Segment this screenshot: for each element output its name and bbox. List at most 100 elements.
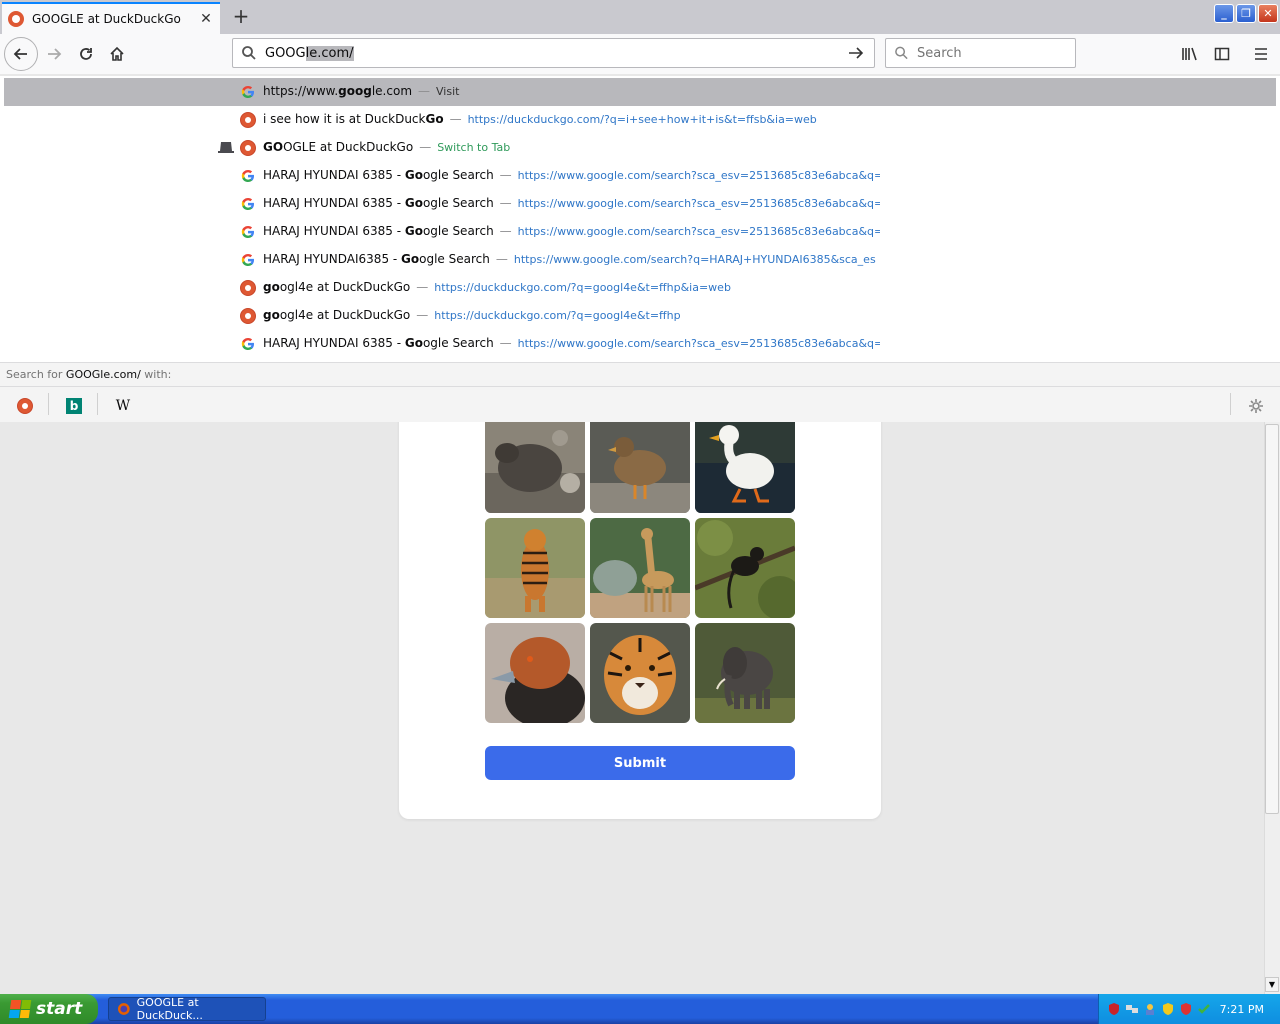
google-icon	[240, 196, 256, 212]
scroll-down-arrow-icon[interactable]: ▼	[1265, 977, 1279, 992]
google-icon	[240, 84, 256, 100]
scrollbar-thumb[interactable]	[1265, 424, 1279, 814]
reload-button[interactable]	[70, 38, 102, 70]
separator-dash: —	[416, 280, 429, 294]
captcha-image-giraffe[interactable]	[590, 518, 690, 618]
search-settings-button[interactable]	[1243, 393, 1269, 419]
autocomplete-row-text: https://www.google.com — Visit	[263, 84, 459, 98]
suggestion-url: https://www.google.com/search?sca_esv=25…	[517, 336, 880, 350]
suggestion-url: https://duckduckgo.com/?q=googl4e&t=ffhp…	[434, 280, 731, 294]
url-input-value[interactable]: GOOGle.com/	[265, 45, 354, 61]
autocomplete-row[interactable]: HARAJ HYUNDAI 6385 - Google Search — https…	[4, 162, 1276, 190]
suggestion-url: https://www.google.com/search?sca_esv=25…	[517, 168, 880, 182]
google-icon	[240, 252, 256, 268]
minimize-button[interactable]: _	[1214, 4, 1234, 23]
google-icon	[240, 168, 256, 184]
browser-tab[interactable]: GOOGLE at DuckDuckGo ✕	[2, 2, 220, 34]
tab-title: GOOGLE at DuckDuckGo	[32, 12, 181, 26]
antivirus-icon[interactable]	[1179, 1002, 1193, 1016]
suggestion-title: GOOGLE at DuckDuckGo	[263, 140, 414, 154]
forward-button[interactable]	[38, 38, 70, 70]
url-typed-text: GOOG	[265, 45, 306, 61]
home-button[interactable]	[101, 38, 133, 70]
search-bar[interactable]	[885, 38, 1076, 68]
system-tray: 7:21 PM	[1098, 994, 1280, 1024]
duckduckgo-icon	[240, 308, 256, 324]
engine-separator	[1230, 393, 1231, 415]
wikipedia-engine-button[interactable]: W	[110, 393, 136, 419]
separator-dash: —	[418, 84, 431, 98]
taskbar-item-firefox[interactable]: GOOGLE at DuckDuck...	[108, 996, 266, 1022]
separator-dash: —	[499, 168, 512, 182]
suggestion-url: https://duckduckgo.com/?q=googl4e&t=ffhp	[434, 308, 681, 322]
suggestion-title: HARAJ HYUNDAI 6385 - Google Search	[263, 196, 494, 210]
duckduckgo-icon	[240, 112, 256, 128]
autocomplete-row[interactable]: i see how it is at DuckDuckGo — https://du…	[4, 106, 1276, 134]
windows-logo-icon	[8, 1000, 32, 1018]
captcha-image-elephant[interactable]	[695, 623, 795, 723]
new-tab-button[interactable]: +	[230, 6, 252, 28]
url-autocomplete-popup: https://www.google.com — Visit i see how it…	[0, 76, 1280, 422]
network-icon[interactable]	[1125, 1002, 1139, 1016]
library-icon	[1182, 47, 1197, 61]
autocomplete-row[interactable]: HARAJ HYUNDAI 6385 - Google Search — https…	[4, 218, 1276, 246]
tiger-walking-image	[485, 518, 585, 618]
url-bar[interactable]: GOOGle.com/	[232, 38, 875, 68]
autocomplete-row[interactable]: HARAJ HYUNDAI6385 - Google Search — https:…	[4, 246, 1276, 274]
menu-button[interactable]	[1245, 38, 1277, 70]
search-input[interactable]	[917, 45, 1067, 61]
search-with-prefix: Search for	[6, 368, 66, 381]
autocomplete-row[interactable]: HARAJ HYUNDAI 6385 - Google Search — https…	[4, 190, 1276, 218]
duckduckgo-engine-button[interactable]	[12, 393, 38, 419]
autocomplete-row[interactable]: GOOGLE at DuckDuckGo — Switch to Tab	[4, 134, 1276, 162]
firefox-icon	[117, 1003, 130, 1015]
reload-icon	[80, 48, 92, 60]
autocomplete-row[interactable]: https://www.google.com — Visit	[4, 78, 1276, 106]
sidebar-button[interactable]	[1206, 38, 1238, 70]
user-tray-icon[interactable]	[1143, 1002, 1157, 1016]
autocomplete-row[interactable]: googl4e at DuckDuckGo — https://duckduckgo…	[4, 302, 1276, 330]
duckduckgo-icon	[240, 280, 256, 296]
autocomplete-row[interactable]: HARAJ HYUNDAI 6385 - Google Search — https…	[4, 330, 1276, 358]
google-icon	[240, 336, 256, 352]
security-center-icon[interactable]	[1161, 1002, 1175, 1016]
close-tab-icon[interactable]: ✕	[198, 11, 214, 27]
home-icon	[110, 46, 124, 61]
close-window-button[interactable]: ✕	[1258, 4, 1278, 23]
bing-icon: b	[66, 398, 82, 414]
autocomplete-row[interactable]: googl4e at DuckDuckGo — https://duckduckgo…	[4, 274, 1276, 302]
back-button[interactable]	[4, 37, 38, 71]
duckduckgo-icon	[8, 11, 24, 27]
autocomplete-row-text: googl4e at DuckDuckGo — https://duckduckgo…	[263, 280, 731, 294]
captcha-image-duck-white[interactable]	[695, 413, 795, 513]
submit-button[interactable]: Submit	[485, 746, 795, 780]
captcha-image-tiger-face[interactable]	[590, 623, 690, 723]
autocomplete-row-text: googl4e at DuckDuckGo — https://duckduckgo…	[263, 308, 681, 322]
captcha-image-seal[interactable]	[485, 413, 585, 513]
suggestion-title: HARAJ HYUNDAI 6385 - Google Search	[263, 168, 494, 182]
library-button[interactable]	[1174, 38, 1206, 70]
window-controls: _ ❐ ✕	[1214, 4, 1278, 23]
engine-separator	[48, 393, 49, 415]
go-button[interactable]	[846, 43, 866, 63]
captcha-image-tiger-walking[interactable]	[485, 518, 585, 618]
duckduckgo-icon	[240, 140, 256, 156]
start-button[interactable]: start	[0, 994, 98, 1024]
update-icon[interactable]	[1197, 1002, 1211, 1016]
gear-icon	[1249, 399, 1263, 413]
security-shield-icon[interactable]	[1107, 1002, 1121, 1016]
autocomplete-row-text: HARAJ HYUNDAI6385 - Google Search — https:…	[263, 252, 876, 266]
start-label: start	[36, 999, 83, 1019]
suggestion-title: HARAJ HYUNDAI 6385 - Google Search	[263, 336, 494, 350]
captcha-image-monkey[interactable]	[695, 518, 795, 618]
switch-to-tab-action: Switch to Tab	[437, 140, 511, 154]
restore-button[interactable]: ❐	[1236, 4, 1256, 23]
separator-dash: —	[499, 224, 512, 238]
one-off-search-engines: b W	[0, 386, 1280, 422]
captcha-image-duck-redhead[interactable]	[485, 623, 585, 723]
bing-engine-button[interactable]: b	[61, 393, 87, 419]
captcha-image-duck-mallard[interactable]	[590, 413, 690, 513]
clock: 7:21 PM	[1219, 1002, 1264, 1016]
elephant-image	[695, 623, 795, 723]
go-arrow-icon	[849, 47, 864, 59]
